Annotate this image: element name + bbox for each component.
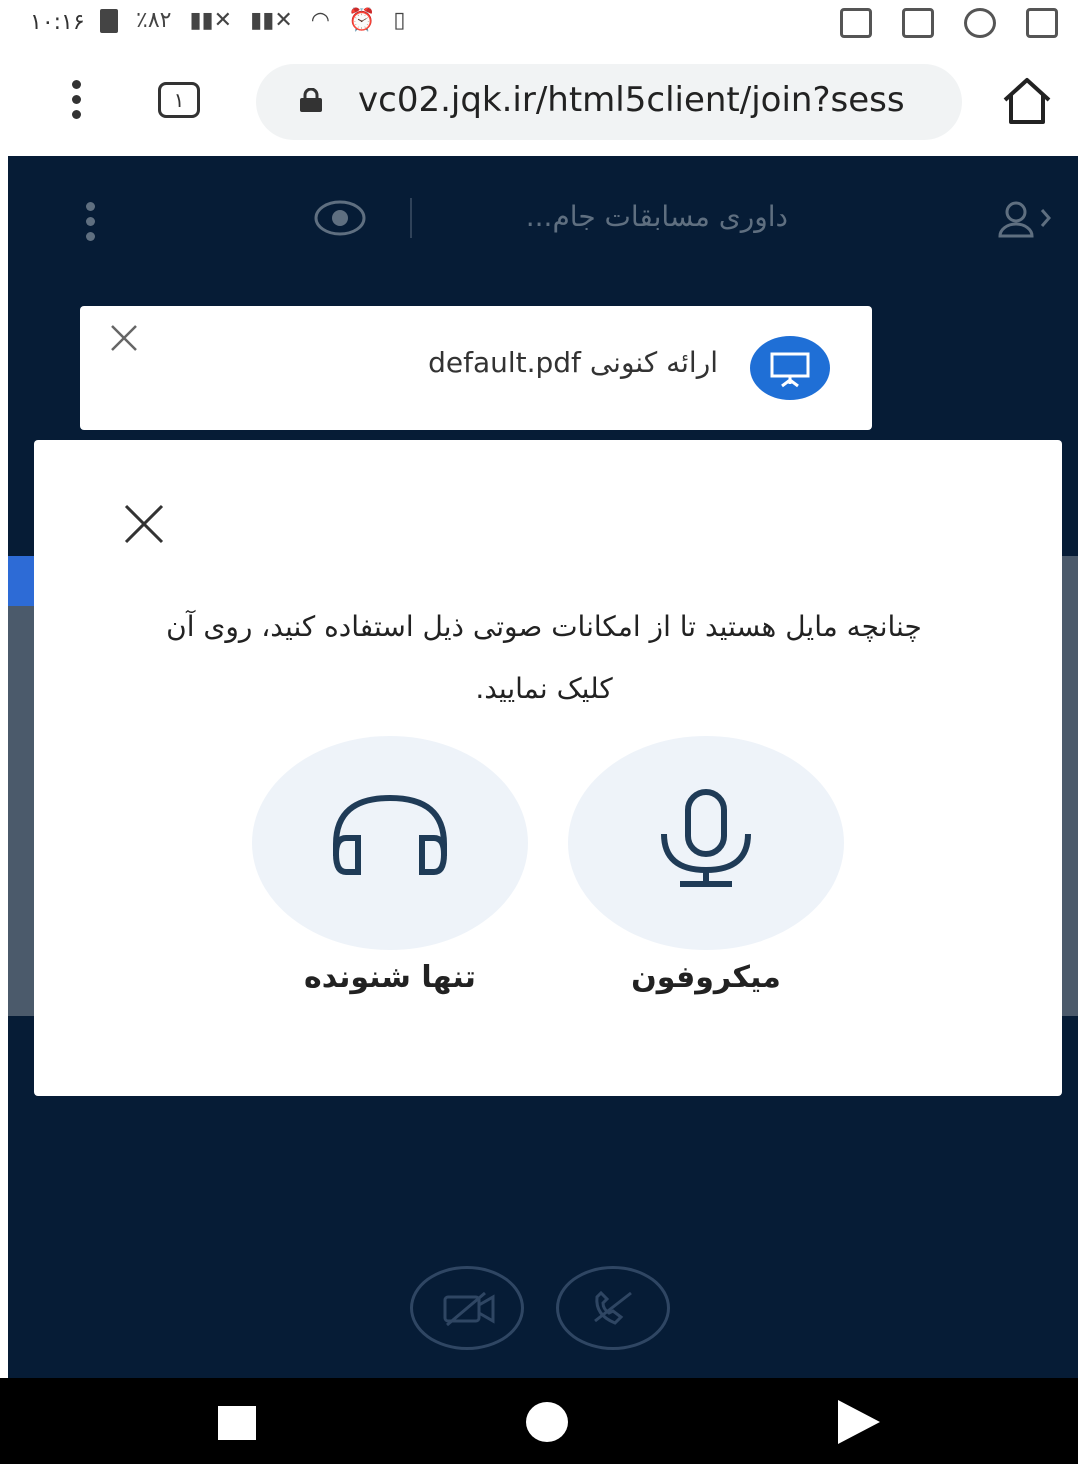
microphone-option[interactable] xyxy=(568,736,844,950)
audio-join-modal: چنانچه مایل هستید تا از امکانات صوتی ذیل… xyxy=(34,440,1062,1096)
options-menu-icon[interactable] xyxy=(86,202,95,247)
user-list-icon[interactable] xyxy=(994,200,1054,240)
recent-apps-icon[interactable] xyxy=(218,1406,256,1440)
app-header: داوری مسابقات جام... xyxy=(8,156,1078,276)
audio-toggle-button[interactable] xyxy=(556,1266,670,1350)
listen-only-option[interactable] xyxy=(252,736,528,950)
android-nav-bar xyxy=(0,1378,1078,1464)
browser-menu-icon[interactable] xyxy=(66,80,86,130)
signal-icon: ▮▮✕ xyxy=(189,8,233,33)
app-notification-icon xyxy=(840,8,872,38)
phone-off-icon xyxy=(594,1290,632,1325)
modal-message: چنانچه مایل هستید تا از امکانات صوتی ذیل… xyxy=(166,610,922,705)
signal-icon-2: ▮▮✕ xyxy=(250,8,293,33)
home-button-icon[interactable] xyxy=(526,1402,568,1442)
tab-switcher-button[interactable]: ۱ xyxy=(158,82,200,118)
video-off-icon xyxy=(443,1291,495,1327)
file-notification-icon xyxy=(902,8,934,38)
presentation-file: default.pdf xyxy=(428,346,581,379)
content-accent xyxy=(8,556,36,606)
globe-notification-icon xyxy=(964,8,996,38)
back-icon[interactable] xyxy=(838,1400,880,1444)
listen-only-label[interactable]: تنها شنونده xyxy=(252,960,528,995)
status-icons-right xyxy=(840,8,1058,38)
address-bar[interactable]: vc02.jqk.ir/html5client/join?sess xyxy=(256,64,962,140)
presentation-icon xyxy=(750,336,830,400)
close-icon[interactable] xyxy=(122,502,166,546)
status-icons-left: ٪۸۲ ▮▮✕ ▮▮✕ ◠ ⏰ ▯ xyxy=(100,8,405,33)
browser-toolbar: ۱ vc02.jqk.ir/html5client/join?sess xyxy=(0,50,1078,156)
meeting-title: داوری مسابقات جام... xyxy=(525,200,788,233)
headphones-icon xyxy=(332,794,448,875)
eye-icon[interactable] xyxy=(314,200,366,236)
header-divider xyxy=(410,198,412,238)
grid-notification-icon xyxy=(1026,8,1058,38)
clock: ۱۰:۱۶ xyxy=(30,10,85,35)
vibrate-icon: ▯ xyxy=(393,8,406,33)
presentation-label-text: ارائه کنونی xyxy=(589,346,718,379)
microphone-icon xyxy=(661,789,751,887)
alarm-icon: ⏰ xyxy=(347,8,376,33)
battery-level: ٪۸۲ xyxy=(136,8,172,33)
close-icon[interactable] xyxy=(108,322,140,354)
presentation-toast: ارائه کنونی default.pdf xyxy=(80,306,872,430)
presentation-label: ارائه کنونی default.pdf xyxy=(428,346,718,379)
lock-icon xyxy=(300,88,322,112)
url-text[interactable]: vc02.jqk.ir/html5client/join?sess xyxy=(358,80,938,120)
status-bar: ۱۰:۱۶ ٪۸۲ ▮▮✕ ▮▮✕ ◠ ⏰ ▯ xyxy=(0,0,1078,50)
wifi-icon: ◠ xyxy=(310,8,330,33)
microphone-label[interactable]: میکروفون xyxy=(568,960,844,995)
home-icon[interactable] xyxy=(1000,76,1054,126)
battery-icon xyxy=(100,8,118,33)
video-toggle-button[interactable] xyxy=(410,1266,524,1350)
